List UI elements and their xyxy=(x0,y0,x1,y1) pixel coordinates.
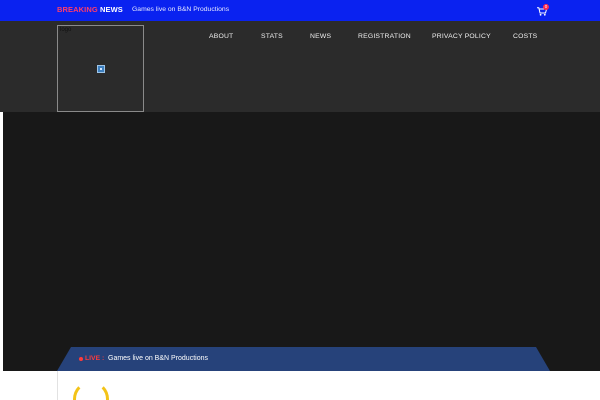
nav-item-registration[interactable]: REGISTRATION xyxy=(358,33,411,40)
hero-video-area[interactable] xyxy=(3,112,600,371)
main-nav: ABOUT STATS NEWS REGISTRATION PRIVACY PO… xyxy=(0,33,600,43)
cart-count-badge: 0 xyxy=(543,4,549,10)
nav-item-costs[interactable]: COSTS xyxy=(513,33,537,40)
cart-button[interactable]: 0 xyxy=(536,4,550,16)
live-ticker-bar: LIVE : Games live on B&N Productions xyxy=(57,347,550,371)
content-divider xyxy=(57,371,58,400)
live-dot-icon xyxy=(79,357,83,361)
news-ticker-text[interactable]: Games live on B&N Productions xyxy=(132,6,229,13)
nav-item-about[interactable]: ABOUT xyxy=(209,33,233,40)
nav-item-news[interactable]: NEWS xyxy=(310,33,331,40)
nav-item-stats[interactable]: STATS xyxy=(261,33,283,40)
breaking-word: BREAKING xyxy=(57,5,98,14)
site-header: logo ABOUT STATS NEWS REGISTRATION PRIVA… xyxy=(0,21,600,112)
live-label: LIVE : xyxy=(85,355,105,362)
broken-image-icon xyxy=(97,65,105,73)
breaking-news-bar: BREAKING NEWS Games live on B&N Producti… xyxy=(0,0,600,21)
news-word: NEWS xyxy=(100,5,123,14)
page: BREAKING NEWS Games live on B&N Producti… xyxy=(0,0,600,400)
breaking-news-label: BREAKING NEWS xyxy=(57,5,123,14)
live-ticker-text[interactable]: Games live on B&N Productions xyxy=(108,355,208,362)
loading-spinner-icon xyxy=(73,381,109,400)
nav-item-privacy-policy[interactable]: PRIVACY POLICY xyxy=(432,33,491,40)
